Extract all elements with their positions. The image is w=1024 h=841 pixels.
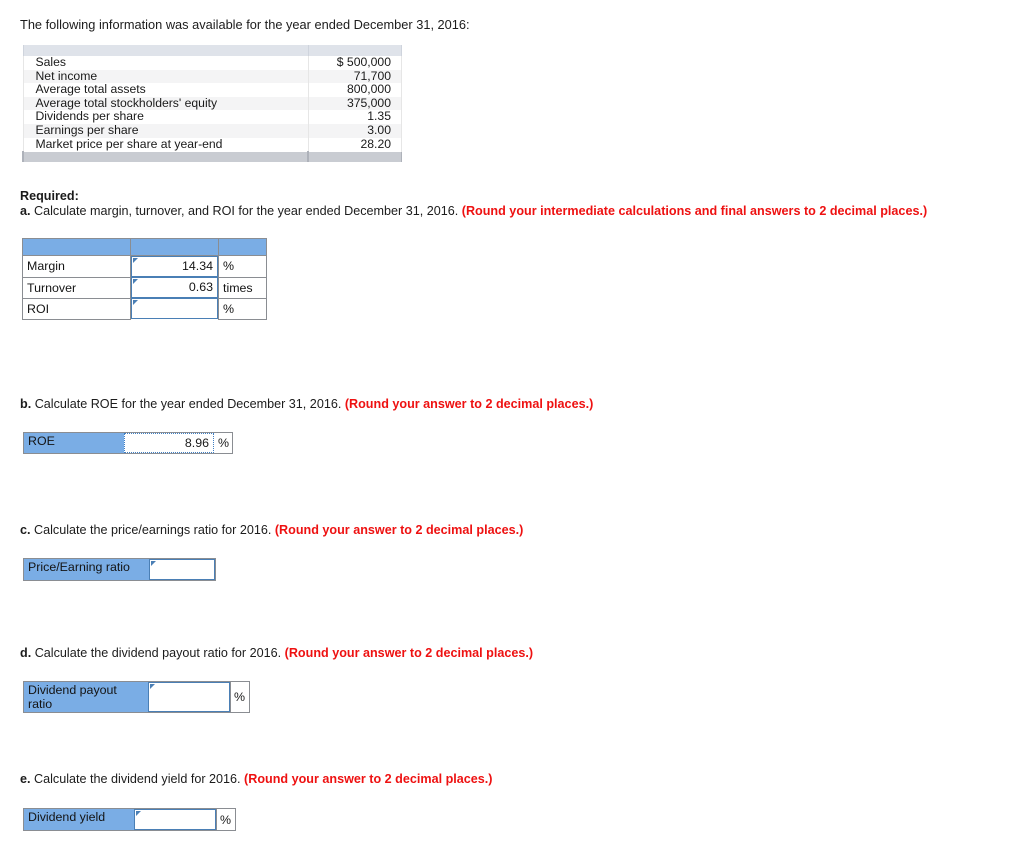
facts-row-value: 1.35	[307, 110, 403, 124]
facts-row-value: 28.20	[307, 137, 403, 152]
dividend-payout-ratio-input[interactable]	[148, 682, 230, 712]
question-b-text: Calculate ROE for the year ended Decembe…	[31, 397, 345, 411]
facts-row-value: 375,000	[307, 96, 403, 111]
answer-a-header-unit	[218, 238, 267, 256]
roe-unit: %	[214, 433, 232, 453]
question-c: c. Calculate the price/earnings ratio fo…	[20, 523, 523, 537]
answer-a-label-margin: Margin	[22, 255, 131, 278]
margin-input[interactable]: 14.34	[131, 256, 218, 277]
price-earning-ratio-label: Price/Earning ratio	[24, 559, 149, 580]
dividend-yield-unit: %	[216, 809, 235, 830]
facts-row-label: Market price per share at year-end	[22, 137, 309, 152]
facts-row-label: Net income	[22, 69, 309, 84]
table-row: Earnings per share 3.00	[22, 123, 403, 138]
answer-box-dividend-payout: Dividend payout ratio %	[23, 681, 250, 713]
table-row: ROI %	[22, 297, 267, 320]
table-row: Average total stockholders' equity 375,0…	[22, 96, 403, 111]
price-earning-ratio-input[interactable]	[149, 559, 215, 580]
worksheet-page: The following information was available …	[0, 0, 1024, 841]
answer-a-unit-roi: %	[218, 297, 267, 320]
question-b-letter: b.	[20, 397, 32, 411]
intro-text: The following information was available …	[20, 17, 470, 32]
question-c-text: Calculate the price/earnings ratio for 2…	[30, 523, 275, 537]
answer-box-roe: ROE 8.96 %	[23, 432, 233, 454]
question-e: e. Calculate the dividend yield for 2016…	[20, 772, 493, 786]
facts-row-value: $ 500,000	[307, 55, 403, 70]
question-d-letter: d.	[20, 646, 32, 660]
facts-footer-band	[21, 151, 403, 163]
table-row: Turnover 0.63 times	[22, 276, 267, 299]
answer-a-header-row	[22, 238, 267, 256]
roe-label: ROE	[24, 433, 124, 453]
dividend-yield-label: Dividend yield	[24, 809, 134, 830]
answer-box-price-earnings: Price/Earning ratio	[23, 558, 216, 581]
question-d: d. Calculate the dividend payout ratio f…	[20, 646, 533, 660]
answer-a-header-value	[130, 238, 219, 256]
table-row: Margin 14.34 %	[22, 255, 267, 278]
facts-row-label: Average total stockholders' equity	[22, 96, 309, 111]
answer-a-label-roi: ROI	[22, 297, 131, 320]
table-row: Dividends per share 1.35	[22, 110, 403, 124]
answer-a-input-cell-margin[interactable]: 14.34	[130, 255, 219, 277]
answer-box-dividend-yield: Dividend yield %	[23, 808, 236, 831]
answer-a-label-turnover: Turnover	[22, 276, 131, 299]
question-e-letter: e.	[20, 772, 31, 786]
answer-a-input-cell-roi[interactable]	[130, 298, 219, 319]
facts-row-label: Earnings per share	[22, 123, 309, 138]
dividend-yield-input[interactable]	[134, 809, 216, 830]
financial-data-table: Sales $ 500,000 Net income 71,700 Averag…	[21, 45, 403, 163]
answer-a-unit-turnover: times	[218, 276, 267, 299]
facts-row-label: Sales	[22, 55, 309, 70]
question-c-letter: c.	[20, 523, 31, 537]
question-e-text: Calculate the dividend yield for 2016.	[30, 772, 245, 786]
roe-input[interactable]: 8.96	[124, 433, 214, 453]
question-a-letter: a.	[20, 204, 31, 218]
turnover-input[interactable]: 0.63	[131, 277, 218, 298]
answer-table-a: Margin 14.34 % Turnover 0.63 times ROI %	[22, 238, 267, 320]
facts-row-label: Average total assets	[22, 83, 309, 97]
question-d-note: (Round your answer to 2 decimal places.)	[284, 646, 534, 660]
facts-row-value: 800,000	[307, 83, 403, 97]
question-c-note: (Round your answer to 2 decimal places.)	[274, 523, 524, 537]
facts-row-value: 71,700	[307, 69, 403, 84]
question-b: b. Calculate ROE for the year ended Dece…	[20, 397, 593, 411]
question-b-note: (Round your answer to 2 decimal places.)	[344, 397, 594, 411]
answer-a-header-label	[22, 238, 131, 256]
answer-a-input-cell-turnover[interactable]: 0.63	[130, 277, 219, 298]
answer-a-unit-margin: %	[218, 255, 267, 278]
table-row: Average total assets 800,000	[22, 83, 403, 97]
roi-input[interactable]	[131, 298, 218, 319]
question-e-note: (Round your answer to 2 decimal places.)	[244, 772, 493, 786]
facts-footer-left	[21, 151, 309, 163]
question-a: a. Calculate margin, turnover, and ROI f…	[20, 204, 927, 218]
question-d-text: Calculate the dividend payout ratio for …	[31, 646, 285, 660]
table-row: Market price per share at year-end 28.20	[22, 137, 403, 152]
facts-row-label: Dividends per share	[22, 110, 309, 124]
dividend-payout-ratio-label: Dividend payout ratio	[24, 682, 148, 712]
table-row: Net income 71,700	[22, 69, 403, 84]
question-a-text: Calculate margin, turnover, and ROI for …	[30, 204, 462, 218]
table-row: Sales $ 500,000	[22, 55, 403, 70]
facts-row-value: 3.00	[307, 123, 403, 138]
question-a-note: (Round your intermediate calculations an…	[461, 204, 928, 218]
facts-footer-right	[307, 151, 403, 163]
required-heading: Required:	[20, 189, 79, 203]
dividend-payout-ratio-unit: %	[230, 682, 249, 712]
